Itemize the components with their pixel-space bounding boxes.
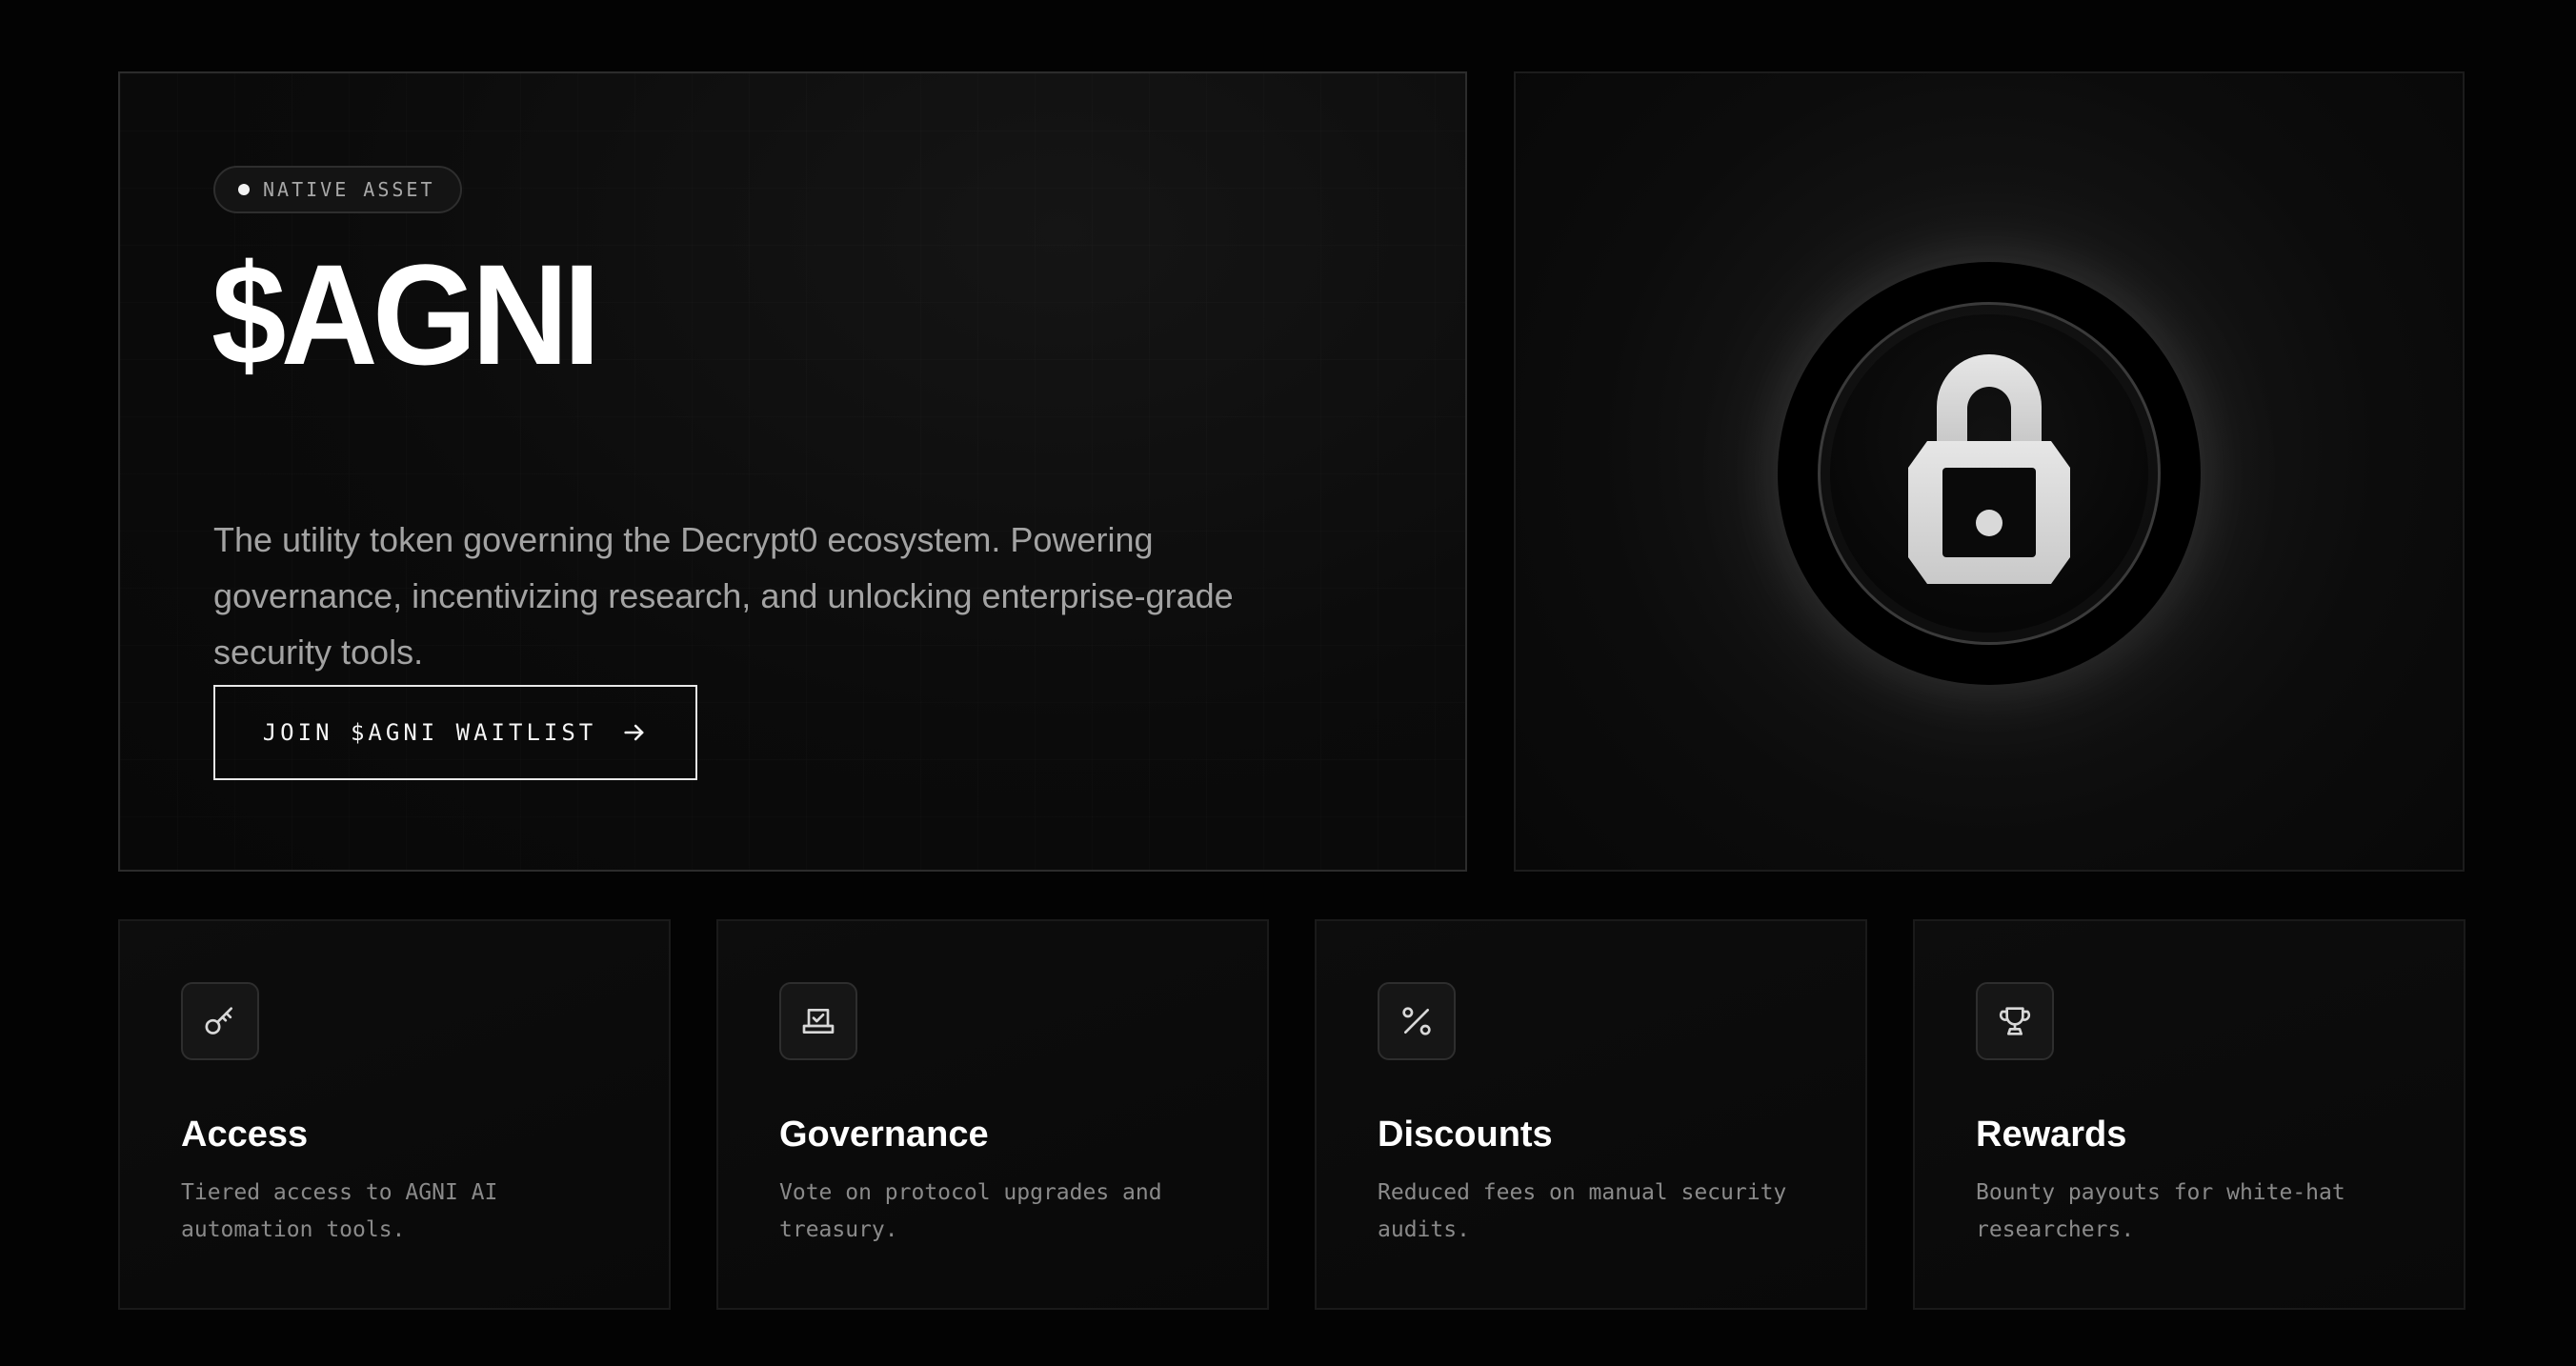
feature-card-access: Access Tiered access to AGNI AI automati… [118, 919, 671, 1310]
feature-icon-box [779, 982, 857, 1060]
hero-card: NATIVE ASSET $AGNI The utility token gov… [118, 71, 1467, 872]
feature-description: Vote on protocol upgrades and treasury. [779, 1180, 1162, 1242]
feature-icon-box [1976, 982, 2054, 1060]
badge-dot-icon [238, 184, 250, 195]
feature-title: Access [181, 1115, 309, 1155]
page: NATIVE ASSET $AGNI The utility token gov… [0, 0, 2576, 1366]
feature-card-governance: Governance Vote on protocol upgrades and… [716, 919, 1269, 1310]
native-asset-badge: NATIVE ASSET [213, 166, 462, 213]
feature-title: Rewards [1976, 1115, 2127, 1155]
feature-description: Reduced fees on manual security audits. [1378, 1180, 1787, 1242]
feature-card-rewards: Rewards Bounty payouts for white-hat res… [1913, 919, 2465, 1310]
feature-title: Governance [779, 1115, 989, 1155]
key-icon [205, 1007, 232, 1035]
join-waitlist-label: JOIN $AGNI WAITLIST [262, 719, 597, 746]
feature-card-discounts: Discounts Reduced fees on manual securit… [1315, 919, 1867, 1310]
feature-description: Bounty payouts for white-hat researchers… [1976, 1180, 2345, 1242]
feature-title: Discounts [1378, 1115, 1553, 1155]
feature-icon-box [1378, 982, 1456, 1060]
arrow-right-icon [624, 724, 644, 741]
token-title: $AGNI [211, 234, 600, 394]
join-waitlist-button[interactable]: JOIN $AGNI WAITLIST [213, 685, 697, 780]
token-coin-face [1818, 302, 2161, 645]
badge-label: NATIVE ASSET [263, 178, 435, 201]
percent-icon [1402, 1007, 1431, 1035]
token-visual-card [1514, 71, 2465, 872]
ballot-box-icon [802, 1009, 835, 1034]
feature-description: Tiered access to AGNI AI automation tool… [181, 1180, 498, 1242]
feature-icon-box [181, 982, 259, 1060]
lock-icon [1908, 354, 2070, 584]
token-coin [1778, 262, 2201, 685]
trophy-icon [1999, 1007, 2031, 1035]
token-description: The utility token governing the Decrypt0… [213, 520, 1234, 672]
